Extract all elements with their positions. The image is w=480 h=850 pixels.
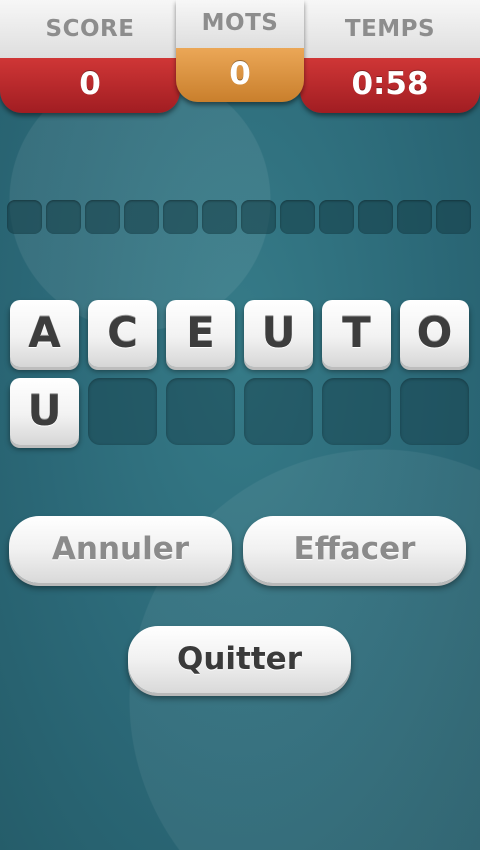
letter-tile[interactable]: A <box>10 300 79 367</box>
answer-slot <box>358 200 393 234</box>
empty-tile-slot <box>244 378 313 445</box>
time-label: TEMPS <box>300 0 480 58</box>
answer-slot <box>163 200 198 234</box>
letter-tile[interactable]: O <box>400 300 469 367</box>
game-hud: SCORE 0 TEMPS 0:58 MOTS 0 <box>0 0 480 115</box>
score-value: 0 <box>0 58 180 113</box>
words-panel: MOTS 0 <box>176 0 304 102</box>
score-label: SCORE <box>0 0 180 58</box>
answer-slot <box>241 200 276 234</box>
answer-slot <box>397 200 432 234</box>
answer-slot <box>85 200 120 234</box>
empty-tile-slot <box>322 378 391 445</box>
cancel-button[interactable]: Annuler <box>9 516 232 583</box>
clear-button[interactable]: Effacer <box>243 516 466 583</box>
answer-slot <box>46 200 81 234</box>
answer-slot <box>280 200 315 234</box>
score-panel: SCORE 0 <box>0 0 180 113</box>
time-panel: TEMPS 0:58 <box>300 0 480 113</box>
answer-slot <box>319 200 354 234</box>
letter-tile[interactable]: E <box>166 300 235 367</box>
letter-tile[interactable]: U <box>244 300 313 367</box>
time-value: 0:58 <box>300 58 480 113</box>
empty-tile-slot <box>166 378 235 445</box>
letter-tile[interactable]: C <box>88 300 157 367</box>
letter-tile[interactable]: T <box>322 300 391 367</box>
answer-slot <box>202 200 237 234</box>
answer-row <box>7 200 473 234</box>
words-value: 0 <box>176 48 304 102</box>
empty-tile-slot <box>88 378 157 445</box>
letter-tile[interactable]: U <box>10 378 79 445</box>
words-label: MOTS <box>176 0 304 48</box>
quit-button[interactable]: Quitter <box>128 626 351 693</box>
answer-slot <box>436 200 471 234</box>
answer-slot <box>124 200 159 234</box>
empty-tile-slot <box>400 378 469 445</box>
answer-slot <box>7 200 42 234</box>
